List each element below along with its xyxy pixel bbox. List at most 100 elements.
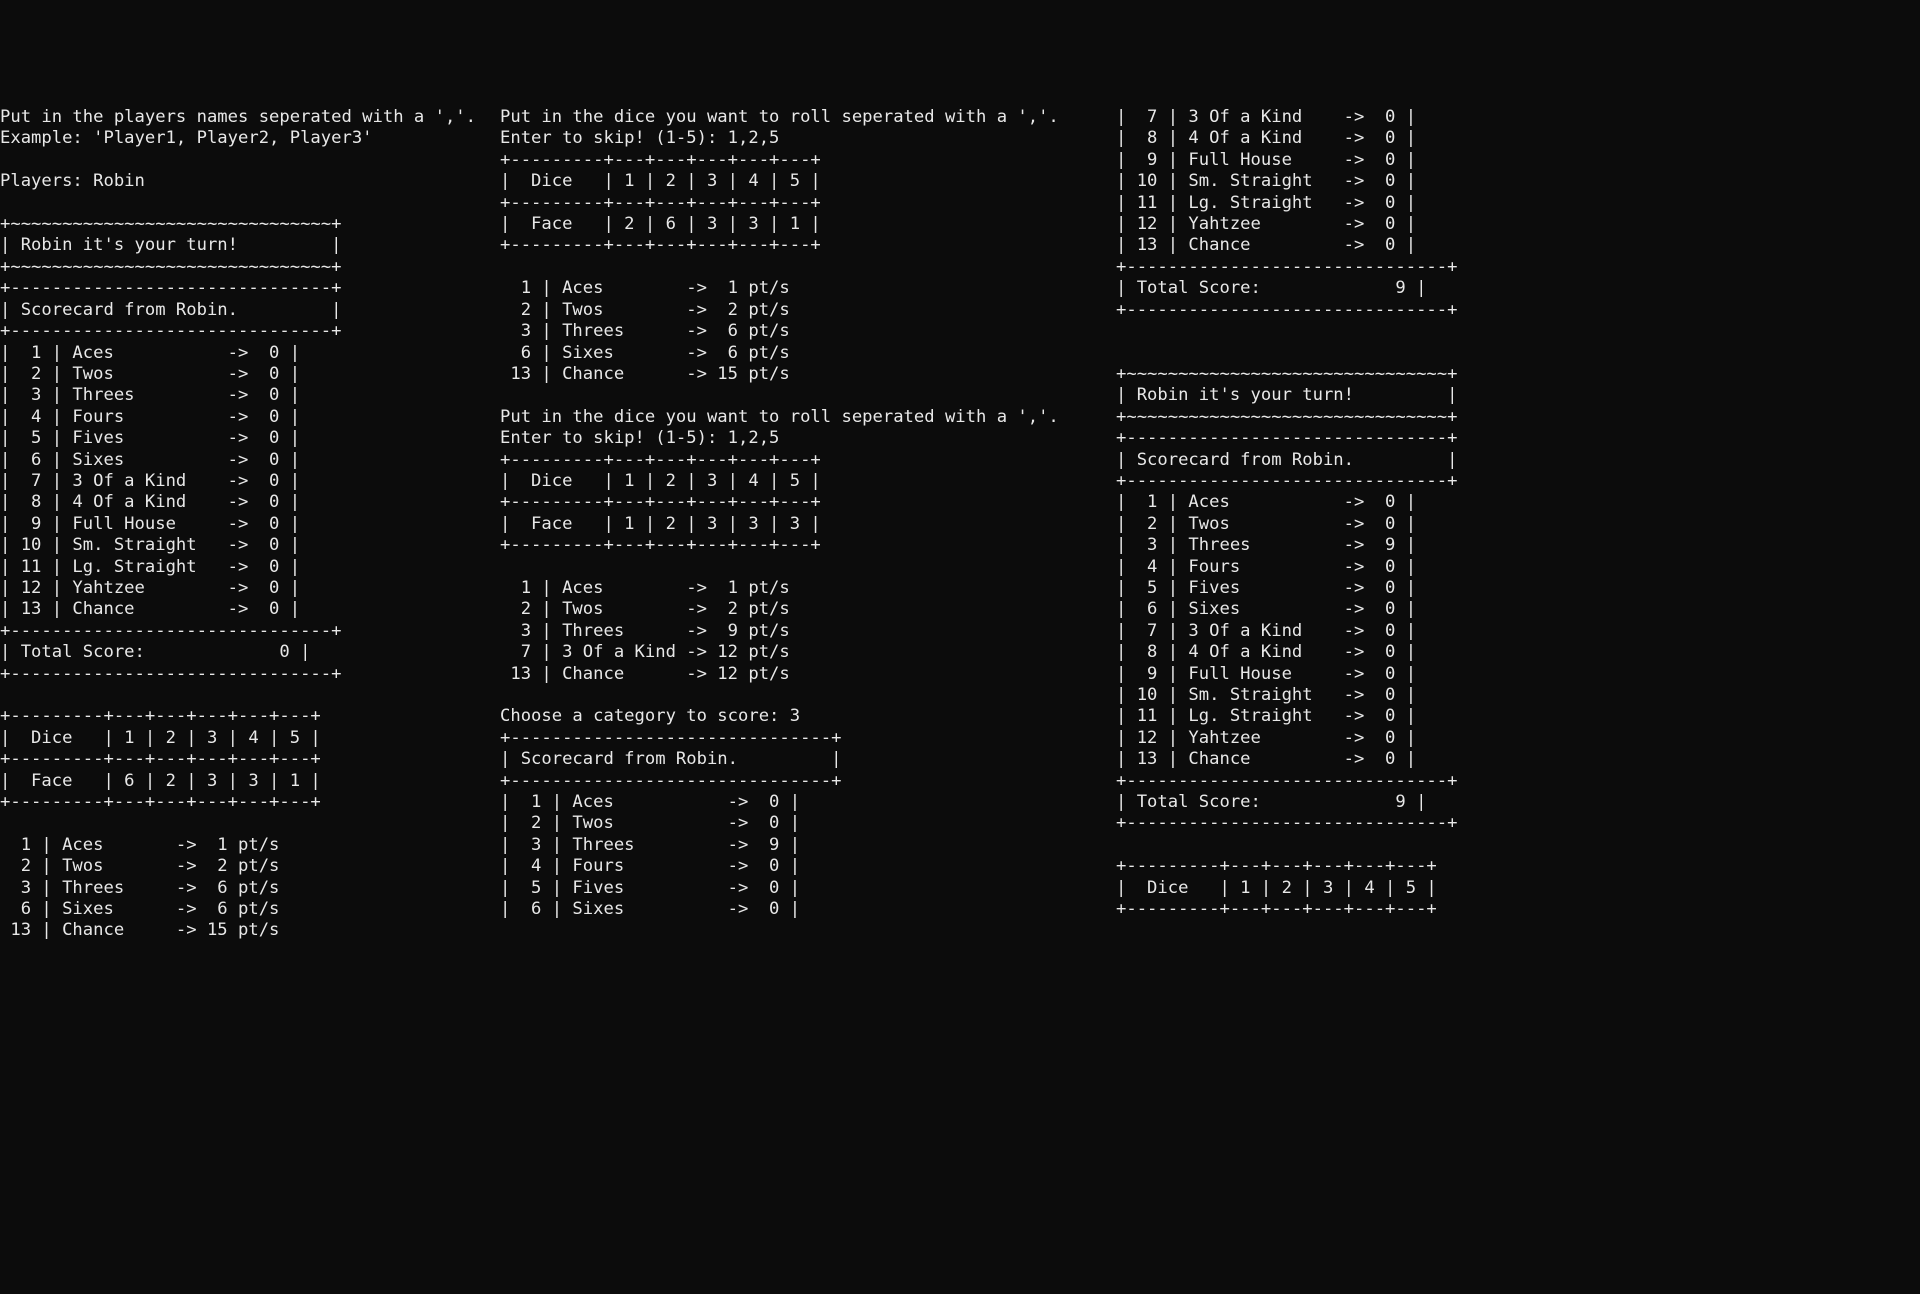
scorecard-row: | 3 | Threes -> 9 | [1116, 535, 1416, 555]
scorecard-row: | 7 | 3 Of a Kind -> 0 | [1116, 621, 1416, 641]
total-score-row: | Total Score: 9 | [1116, 278, 1426, 298]
scorecard-row: | 2 | Twos -> 0 | [500, 813, 800, 833]
scorecard-row: | 10 | Sm. Straight -> 0 | [0, 535, 300, 555]
total-score-row: | Total Score: 9 | [1116, 792, 1426, 812]
intro-line: Put in the players names seperated with … [0, 107, 476, 127]
scorecard-row: | 8 | 4 Of a Kind -> 0 | [1116, 128, 1416, 148]
dice-header: | Dice | 1 | 2 | 3 | 4 | 5 | [500, 471, 821, 491]
scorecard-border: +-------------------------------+ [500, 771, 841, 791]
scorecard-row: | 13 | Chance -> 0 | [1116, 235, 1416, 255]
scorecard-border: +-------------------------------+ [1116, 257, 1457, 277]
choose-category-input[interactable]: Choose a category to score: 3 [500, 706, 800, 726]
points-option: 3 | Threes -> 6 pt/s [0, 878, 279, 898]
terminal-output: Put in the players names seperated with … [0, 107, 1920, 1187]
scorecard-border: +-------------------------------+ [1116, 428, 1457, 448]
scorecard-row: | 2 | Twos -> 0 | [0, 364, 300, 384]
points-option: 13 | Chance -> 12 pt/s [500, 664, 790, 684]
points-option: 7 | 3 Of a Kind -> 12 pt/s [500, 642, 790, 662]
reroll-prompt: Put in the dice you want to roll seperat… [500, 407, 1059, 427]
points-option: 3 | Threes -> 6 pt/s [500, 321, 790, 341]
scorecard-row: | 13 | Chance -> 0 | [0, 599, 300, 619]
scorecard-border: +-------------------------------+ [1116, 471, 1457, 491]
banner-border: +~~~~~~~~~~~~~~~~~~~~~~~~~~~~~~~+ [1116, 364, 1457, 384]
reroll-input[interactable]: Enter to skip! (1-5): 1,2,5 [500, 128, 779, 148]
dice-header: | Dice | 1 | 2 | 3 | 4 | 5 | [500, 171, 821, 191]
scorecard-row: | 9 | Full House -> 0 | [1116, 150, 1416, 170]
players-input-line[interactable]: Players: Robin [0, 171, 145, 191]
scorecard-row: | 12 | Yahtzee -> 0 | [1116, 728, 1416, 748]
scorecard-row: | 7 | 3 Of a Kind -> 0 | [1116, 107, 1416, 127]
scorecard-header: | Scorecard from Robin. | [500, 749, 841, 769]
dice-border: +---------+---+---+---+---+---+ [500, 535, 821, 555]
scorecard-row: | 13 | Chance -> 0 | [1116, 749, 1416, 769]
scorecard-row: | 5 | Fives -> 0 | [0, 428, 300, 448]
banner-border: +~~~~~~~~~~~~~~~~~~~~~~~~~~~~~~~+ [1116, 407, 1457, 427]
scorecard-row: | 3 | Threes -> 9 | [500, 835, 800, 855]
dice-border: +---------+---+---+---+---+---+ [500, 492, 821, 512]
scorecard-row: | 4 | Fours -> 0 | [500, 856, 800, 876]
column-3: | 7 | 3 Of a Kind -> 0 | | 8 | 4 Of a Ki… [1116, 107, 1920, 1187]
column-1: Put in the players names seperated with … [0, 107, 500, 1187]
scorecard-border: +-------------------------------+ [500, 728, 841, 748]
scorecard-row: | 10 | Sm. Straight -> 0 | [1116, 171, 1416, 191]
scorecard-row: | 4 | Fours -> 0 | [0, 407, 300, 427]
scorecard-row: | 11 | Lg. Straight -> 0 | [0, 557, 300, 577]
dice-border: +---------+---+---+---+---+---+ [0, 792, 321, 812]
dice-header: | Dice | 1 | 2 | 3 | 4 | 5 | [0, 728, 321, 748]
points-option: 2 | Twos -> 2 pt/s [500, 300, 790, 320]
scorecard-row: | 11 | Lg. Straight -> 0 | [1116, 706, 1416, 726]
scorecard-row: | 5 | Fives -> 0 | [1116, 578, 1416, 598]
scorecard-row: | 8 | 4 Of a Kind -> 0 | [1116, 642, 1416, 662]
scorecard-row: | 4 | Fours -> 0 | [1116, 557, 1416, 577]
dice-face-row: | Face | 1 | 2 | 3 | 3 | 3 | [500, 514, 821, 534]
banner-border: +~~~~~~~~~~~~~~~~~~~~~~~~~~~~~~~+ [0, 214, 341, 234]
scorecard-row: | 1 | Aces -> 0 | [1116, 492, 1416, 512]
scorecard-row: | 6 | Sixes -> 0 | [1116, 599, 1416, 619]
scorecard-border: +-------------------------------+ [1116, 300, 1457, 320]
scorecard-row: | 5 | Fives -> 0 | [500, 878, 800, 898]
scorecard-row: | 3 | Threes -> 0 | [0, 385, 300, 405]
column-2: Put in the dice you want to roll seperat… [500, 107, 1116, 1187]
scorecard-border: +-------------------------------+ [0, 321, 341, 341]
points-option: 2 | Twos -> 2 pt/s [500, 599, 790, 619]
turn-banner: | Robin it's your turn! | [1116, 385, 1457, 405]
scorecard-border: +-------------------------------+ [1116, 813, 1457, 833]
dice-border: +---------+---+---+---+---+---+ [0, 706, 321, 726]
points-option: 6 | Sixes -> 6 pt/s [0, 899, 279, 919]
scorecard-header: | Scorecard from Robin. | [1116, 450, 1457, 470]
points-option: 6 | Sixes -> 6 pt/s [500, 343, 790, 363]
dice-face-row: | Face | 6 | 2 | 3 | 3 | 1 | [0, 771, 321, 791]
dice-header: | Dice | 1 | 2 | 3 | 4 | 5 | [1116, 878, 1437, 898]
dice-border: +---------+---+---+---+---+---+ [500, 150, 821, 170]
scorecard-row: | 6 | Sixes -> 0 | [0, 450, 300, 470]
scorecard-header: | Scorecard from Robin. | [0, 300, 341, 320]
total-score-row: | Total Score: 0 | [0, 642, 310, 662]
scorecard-row: | 10 | Sm. Straight -> 0 | [1116, 685, 1416, 705]
dice-face-row: | Face | 2 | 6 | 3 | 3 | 1 | [500, 214, 821, 234]
dice-border: +---------+---+---+---+---+---+ [500, 235, 821, 255]
scorecard-row: | 12 | Yahtzee -> 0 | [1116, 214, 1416, 234]
points-option: 13 | Chance -> 15 pt/s [500, 364, 790, 384]
dice-border: +---------+---+---+---+---+---+ [1116, 856, 1437, 876]
points-option: 3 | Threes -> 9 pt/s [500, 621, 790, 641]
scorecard-row: | 7 | 3 Of a Kind -> 0 | [0, 471, 300, 491]
reroll-input[interactable]: Enter to skip! (1-5): 1,2,5 [500, 428, 779, 448]
scorecard-row: | 11 | Lg. Straight -> 0 | [1116, 193, 1416, 213]
scorecard-border: +-------------------------------+ [0, 621, 341, 641]
scorecard-row: | 6 | Sixes -> 0 | [500, 899, 800, 919]
dice-border: +---------+---+---+---+---+---+ [0, 749, 321, 769]
reroll-prompt: Put in the dice you want to roll seperat… [500, 107, 1059, 127]
turn-banner: | Robin it's your turn! | [0, 235, 341, 255]
scorecard-row: | 1 | Aces -> 0 | [0, 343, 300, 363]
banner-border: +~~~~~~~~~~~~~~~~~~~~~~~~~~~~~~~+ [0, 257, 341, 277]
points-option: 1 | Aces -> 1 pt/s [0, 835, 279, 855]
dice-border: +---------+---+---+---+---+---+ [500, 193, 821, 213]
scorecard-border: +-------------------------------+ [1116, 771, 1457, 791]
scorecard-row: | 1 | Aces -> 0 | [500, 792, 800, 812]
scorecard-row: | 12 | Yahtzee -> 0 | [0, 578, 300, 598]
dice-border: +---------+---+---+---+---+---+ [1116, 899, 1437, 919]
intro-example: Example: 'Player1, Player2, Player3' [0, 128, 373, 148]
scorecard-border: +-------------------------------+ [0, 278, 341, 298]
points-option: 1 | Aces -> 1 pt/s [500, 278, 790, 298]
scorecard-row: | 8 | 4 Of a Kind -> 0 | [0, 492, 300, 512]
